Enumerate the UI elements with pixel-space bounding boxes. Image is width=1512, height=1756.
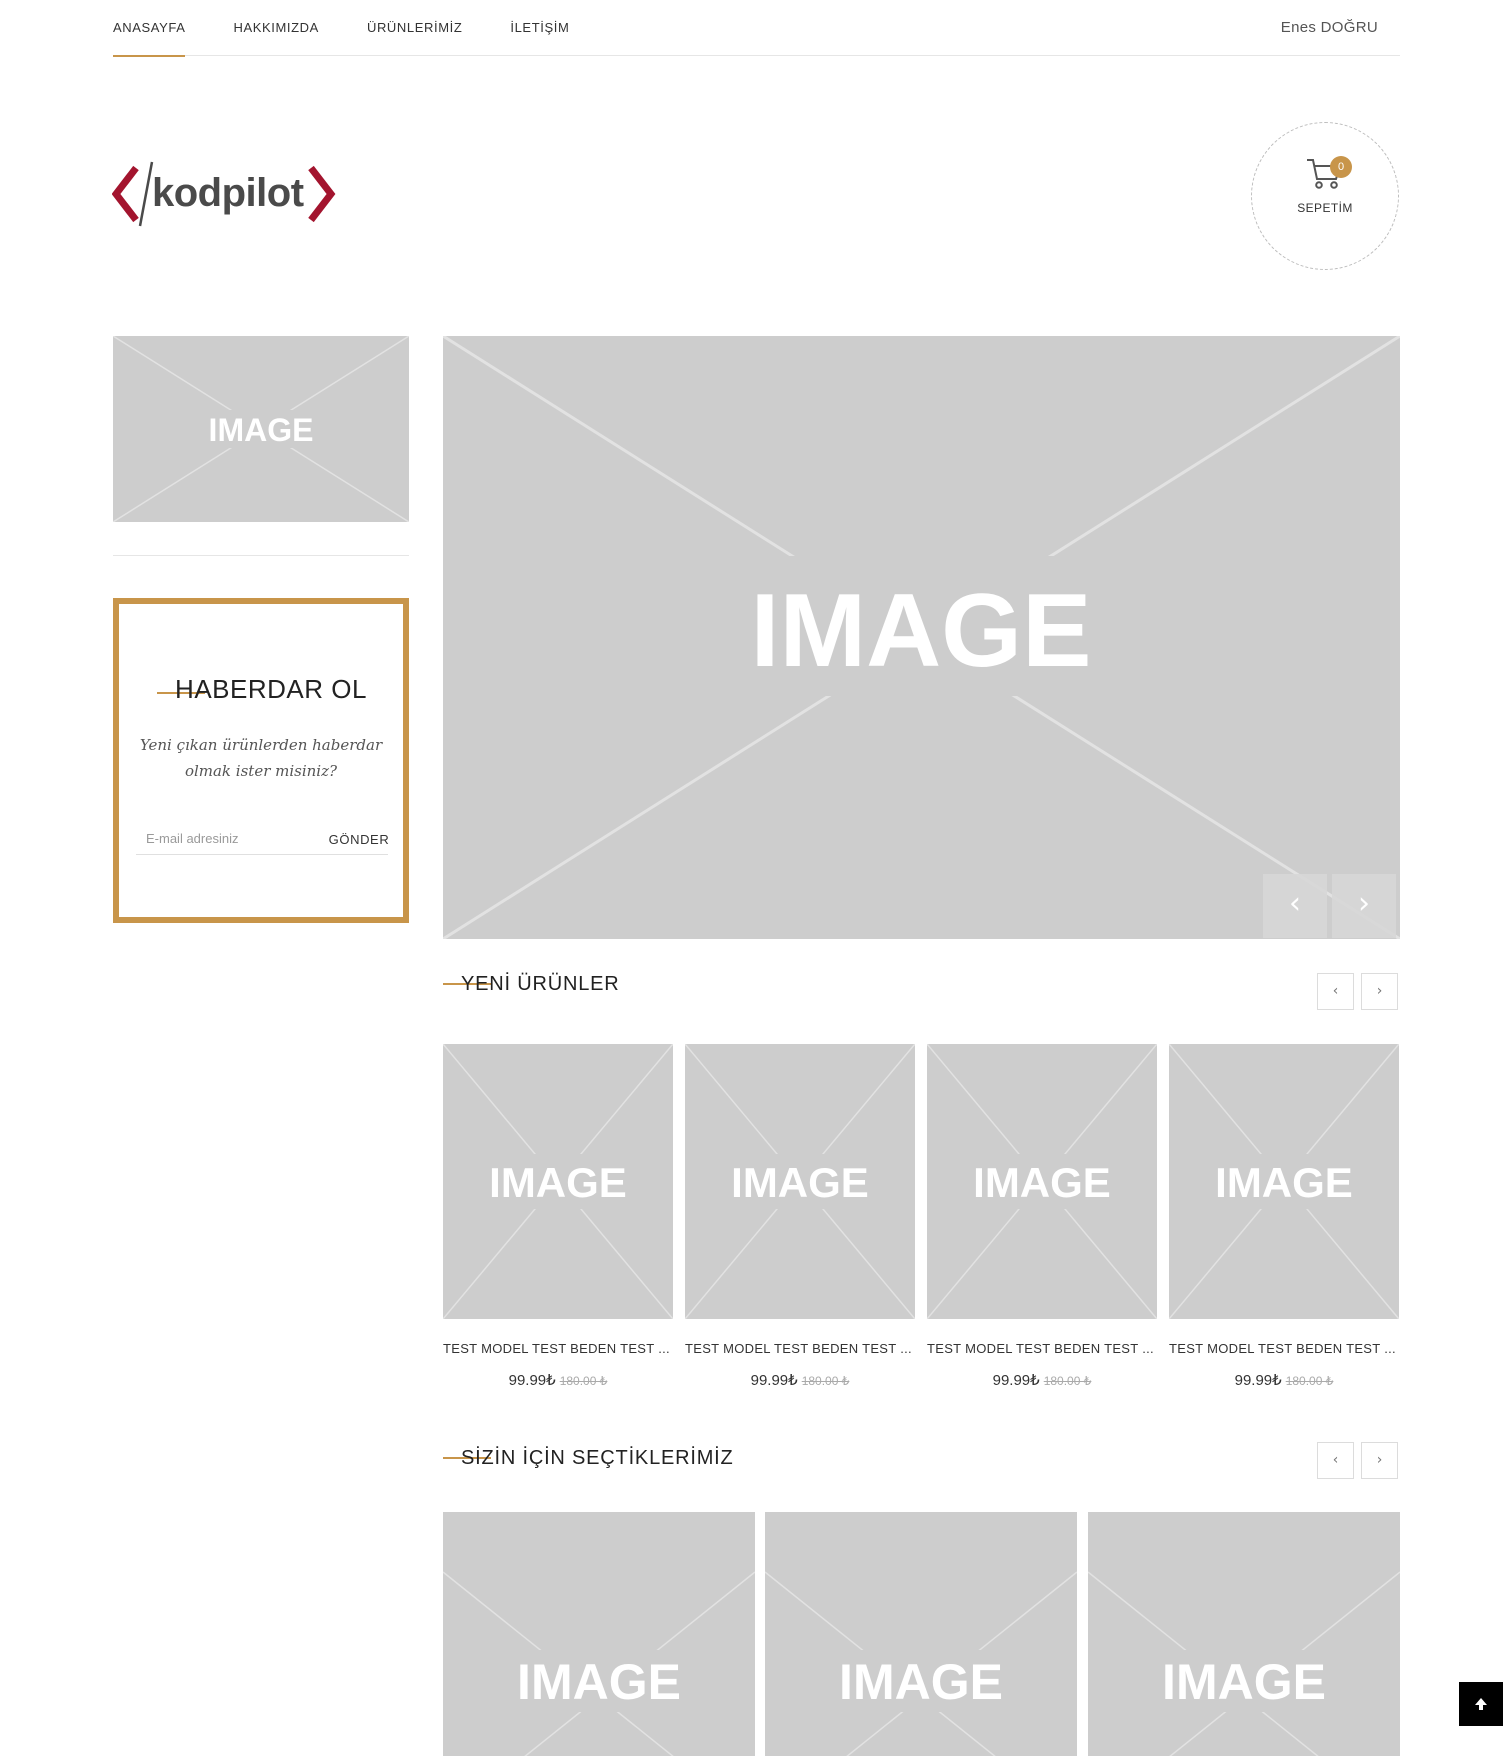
product-name[interactable]: TEST MODEL TEST BEDEN TEST ... xyxy=(685,1341,915,1356)
placeholder-graphic: IMAGE xyxy=(685,1044,915,1319)
newsletter-email-input[interactable] xyxy=(136,826,306,850)
placeholder-graphic: IMAGE xyxy=(443,336,1400,939)
picks-product-image[interactable]: IMAGE xyxy=(1088,1512,1400,1756)
slider-next-button[interactable]: › xyxy=(1332,874,1396,938)
placeholder-graphic: IMAGE xyxy=(927,1044,1157,1319)
chevron-right-icon: › xyxy=(1376,1452,1383,1468)
nav-item-about[interactable]: HAKKIMIZDA xyxy=(233,0,318,56)
product-name[interactable]: TEST MODEL TEST BEDEN TEST ... xyxy=(1169,1341,1399,1356)
cart-label: SEPETİM xyxy=(1297,201,1353,215)
product-old-price: 180.00 ₺ xyxy=(801,1374,850,1388)
sidebar-divider xyxy=(113,555,409,556)
arrow-up-icon xyxy=(1475,1697,1487,1710)
placeholder-label: IMAGE xyxy=(517,1654,681,1710)
placeholder-label: IMAGE xyxy=(839,1654,1003,1710)
placeholder-graphic: IMAGE xyxy=(443,1571,755,1756)
placeholder-graphic: IMAGE xyxy=(443,1044,673,1319)
newsletter-input-underline xyxy=(136,854,388,855)
cart-button[interactable]: 0 SEPETİM xyxy=(1251,122,1399,270)
product-card[interactable]: IMAGE TEST MODEL TEST BEDEN TEST ... 99.… xyxy=(443,1044,673,1394)
chevron-right-icon: › xyxy=(1358,886,1370,921)
cart-count-badge: 0 xyxy=(1330,156,1352,178)
product-price-row: 99.99₺ 180.00 ₺ xyxy=(1169,1371,1399,1389)
nav-item-contact[interactable]: İLETİŞİM xyxy=(510,0,569,56)
product-card[interactable]: IMAGE TEST MODEL TEST BEDEN TEST ... 99.… xyxy=(1169,1044,1399,1394)
placeholder-graphic: IMAGE xyxy=(1169,1044,1399,1319)
product-old-price: 180.00 ₺ xyxy=(559,1374,608,1388)
chevron-left-icon: ‹ xyxy=(1289,886,1301,921)
product-name[interactable]: TEST MODEL TEST BEDEN TEST ... xyxy=(927,1341,1157,1356)
placeholder-label: IMAGE xyxy=(751,573,1092,689)
picks-product-image[interactable]: IMAGE xyxy=(765,1512,1077,1756)
picks-section-title: SİZİN İÇİN SEÇTİKLERİMİZ xyxy=(461,1447,734,1469)
newsletter-box: HABERDAR OL Yeni çıkan ürünlerden haberd… xyxy=(113,598,409,923)
product-price: 99.99₺ xyxy=(508,1372,556,1389)
chevron-left-icon: ‹ xyxy=(1332,983,1339,999)
product-price: 99.99₺ xyxy=(992,1372,1040,1389)
newsletter-title: HABERDAR OL xyxy=(175,674,367,704)
product-price: 99.99₺ xyxy=(1234,1372,1282,1389)
nav-item-products[interactable]: ÜRÜNLERİMİZ xyxy=(367,0,462,56)
product-old-price: 180.00 ₺ xyxy=(1043,1374,1092,1388)
placeholder-label: IMAGE xyxy=(489,1159,627,1206)
placeholder-graphic: IMAGE xyxy=(765,1571,1077,1756)
placeholder-label: IMAGE xyxy=(973,1159,1111,1206)
placeholder-label: IMAGE xyxy=(1215,1159,1353,1206)
placeholder-graphic: IMAGE xyxy=(113,336,409,522)
product-price-row: 99.99₺ 180.00 ₺ xyxy=(685,1371,915,1389)
placeholder-graphic: IMAGE xyxy=(1088,1571,1400,1756)
sidebar-banner-image[interactable]: IMAGE xyxy=(113,336,409,522)
product-old-price: 180.00 ₺ xyxy=(1285,1374,1334,1388)
product-image: IMAGE xyxy=(685,1044,915,1319)
new-products-title: YENİ ÜRÜNLER xyxy=(461,973,620,995)
back-to-top-button[interactable] xyxy=(1459,1682,1503,1726)
top-navbar: ANASAYFA HAKKIMIZDA ÜRÜNLERİMİZ İLETİŞİM… xyxy=(113,0,1400,57)
picks-prev-button[interactable]: ‹ xyxy=(1317,1442,1354,1479)
product-card[interactable]: IMAGE TEST MODEL TEST BEDEN TEST ... 99.… xyxy=(685,1044,915,1394)
product-image: IMAGE xyxy=(1169,1044,1399,1319)
placeholder-label: IMAGE xyxy=(1162,1654,1326,1710)
new-products-prev-button[interactable]: ‹ xyxy=(1317,973,1354,1010)
slider-prev-button[interactable]: ‹ xyxy=(1263,874,1327,938)
picks-next-button[interactable]: › xyxy=(1361,1442,1398,1479)
placeholder-label: IMAGE xyxy=(731,1159,869,1206)
product-image: IMAGE xyxy=(443,1044,673,1319)
newsletter-submit-button[interactable]: GÖNDER xyxy=(324,826,394,852)
placeholder-label: IMAGE xyxy=(209,412,314,448)
product-price-row: 99.99₺ 180.00 ₺ xyxy=(927,1371,1157,1389)
nav-item-home[interactable]: ANASAYFA xyxy=(113,0,186,57)
chevron-left-icon: ‹ xyxy=(1332,1452,1339,1468)
chevron-right-icon: › xyxy=(1376,983,1383,999)
main-nav: ANASAYFA HAKKIMIZDA ÜRÜNLERİMİZ İLETİŞİM xyxy=(113,0,617,57)
site-logo[interactable]: kodpilot xyxy=(112,160,337,230)
product-price: 99.99₺ xyxy=(750,1372,798,1389)
newsletter-subtitle: Yeni çıkan ürünlerden haberdar olmak ist… xyxy=(139,736,383,780)
user-account-link[interactable]: Enes DOĞRU xyxy=(1281,0,1378,55)
product-name[interactable]: TEST MODEL TEST BEDEN TEST ... xyxy=(443,1341,673,1356)
new-products-next-button[interactable]: › xyxy=(1361,973,1398,1010)
hero-slider-image[interactable]: IMAGE ‹ › xyxy=(443,336,1400,939)
product-price-row: 99.99₺ 180.00 ₺ xyxy=(443,1371,673,1389)
logo-text: kodpilot xyxy=(152,171,304,215)
product-image: IMAGE xyxy=(927,1044,1157,1319)
product-card[interactable]: IMAGE TEST MODEL TEST BEDEN TEST ... 99.… xyxy=(927,1044,1157,1394)
picks-product-image[interactable]: IMAGE xyxy=(443,1512,755,1756)
